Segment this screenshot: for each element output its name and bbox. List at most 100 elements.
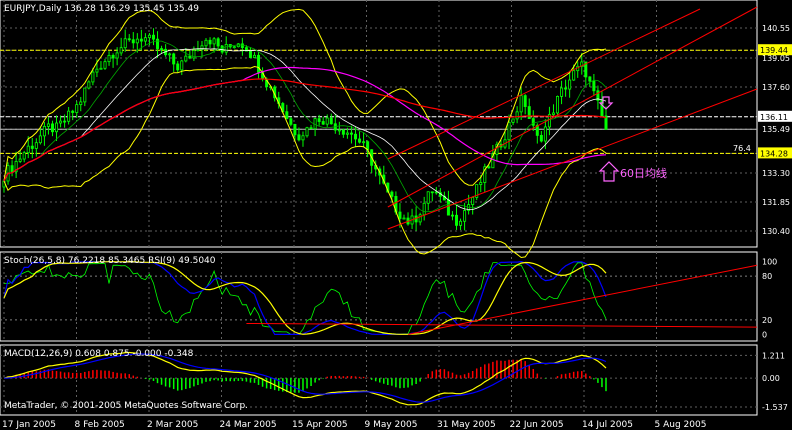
candle-body (18, 158, 22, 162)
x-tick-label: 31 May 2005 (437, 420, 496, 430)
candle-body (551, 112, 555, 115)
candle-body (301, 135, 305, 141)
candle-body (147, 34, 151, 39)
macd-y-tick: 1.211 (762, 351, 785, 360)
candle-body (422, 202, 426, 216)
candle-body (188, 55, 192, 59)
candle-body (248, 50, 252, 58)
candle-body (22, 152, 26, 160)
candle-body (362, 141, 366, 144)
y-tick-label: 131.85 (762, 198, 790, 207)
candle-body (151, 34, 155, 40)
candle-body (471, 197, 475, 205)
candle-body (297, 134, 301, 141)
candle-body (430, 191, 434, 194)
candle-body (543, 126, 547, 142)
stoch-y-tick: 100 (762, 258, 777, 267)
candle-body (257, 54, 261, 73)
candle-body (42, 125, 46, 137)
candle-body (91, 71, 95, 83)
candle-body (252, 54, 256, 58)
candle-body (459, 220, 463, 226)
candle-body (115, 52, 119, 59)
candle-body (531, 118, 535, 126)
candle-body (305, 127, 309, 137)
x-tick-label: 8 Feb 2005 (75, 420, 125, 430)
candle-body (349, 132, 353, 135)
stoch-y-tick: 20 (762, 316, 772, 325)
candle-body (168, 53, 172, 56)
candle-body (572, 70, 576, 81)
candle-body (426, 191, 430, 204)
candle-body (325, 117, 329, 125)
macd-y-tick: 0.00 (762, 374, 780, 383)
candle-body (156, 38, 160, 49)
candle-body (212, 38, 216, 45)
y-tick-label: 133.30 (762, 169, 790, 178)
candle-body (95, 68, 99, 73)
x-tick-label: 17 Jan 2005 (2, 420, 56, 430)
candle-body (123, 38, 127, 49)
candle-body (63, 120, 67, 123)
candle-body (204, 39, 208, 47)
candle-body (139, 38, 143, 42)
candle-body (398, 211, 402, 219)
candle-body (446, 199, 450, 216)
x-tick-label: 9 May 2005 (365, 420, 418, 430)
candle-body (30, 145, 34, 149)
candle-body (75, 104, 79, 113)
candle-body (232, 46, 236, 49)
candle-body (216, 38, 220, 47)
candle-body (463, 210, 467, 222)
candle-body (38, 135, 42, 144)
candle-body (434, 191, 438, 194)
candle-body (180, 60, 184, 71)
x-tick-label: 22 Jun 2005 (510, 420, 564, 430)
candle-body (479, 182, 483, 185)
candle-body (224, 44, 228, 53)
candle-body (539, 135, 543, 142)
candle-body (184, 55, 188, 62)
candle-body (390, 191, 394, 197)
candle-body (519, 95, 523, 113)
candle-body (220, 45, 224, 53)
candle-body (564, 87, 568, 90)
candle-body (50, 123, 54, 133)
candle-body (55, 122, 59, 133)
x-tick-label: 2 Mar 2005 (147, 420, 198, 430)
candle-body (79, 101, 83, 106)
candle-body (127, 38, 131, 41)
candle-body (172, 53, 176, 65)
candle-body (588, 76, 592, 82)
chart-canvas: 17 Jan 2005 8 Feb 2005 2 Mar 2005 24 Mar 20… (0, 0, 792, 430)
candle-body (143, 37, 147, 42)
candle-body (568, 79, 572, 90)
candle-body (83, 87, 87, 103)
watermark: MetaTrader, © 2001-2005 MetaQuotes Softw… (4, 401, 248, 411)
price-panel (0, 0, 758, 248)
candle-body (418, 214, 422, 223)
ma60-label: 60日均线 (620, 166, 667, 180)
x-tick-label: 5 Aug 2005 (655, 420, 707, 430)
stoch-y-tick: 0 (762, 330, 767, 339)
candle-body (107, 54, 111, 63)
stoch-y-tick: 80 (762, 272, 772, 281)
candle-body (10, 165, 14, 173)
candle-body (317, 118, 321, 122)
stoch-panel-title: Stoch(26,5,8) 76.2218 85.3465 RSI(9) 49.… (4, 256, 216, 266)
candle-body (358, 138, 362, 143)
candle-body (240, 43, 244, 49)
candle-body (103, 61, 107, 69)
candle-body (208, 39, 212, 45)
candle-body (34, 142, 38, 149)
price-marker-label: 139.44 (760, 46, 788, 55)
candle-body (507, 121, 511, 141)
candle-body (196, 49, 200, 51)
candle-body (450, 214, 454, 217)
y-tick-label: 130.40 (762, 227, 790, 236)
candle-body (99, 67, 103, 70)
candle-body (59, 120, 63, 124)
candle-body (341, 129, 345, 135)
candle-body (455, 214, 459, 226)
candle-body (289, 118, 293, 125)
